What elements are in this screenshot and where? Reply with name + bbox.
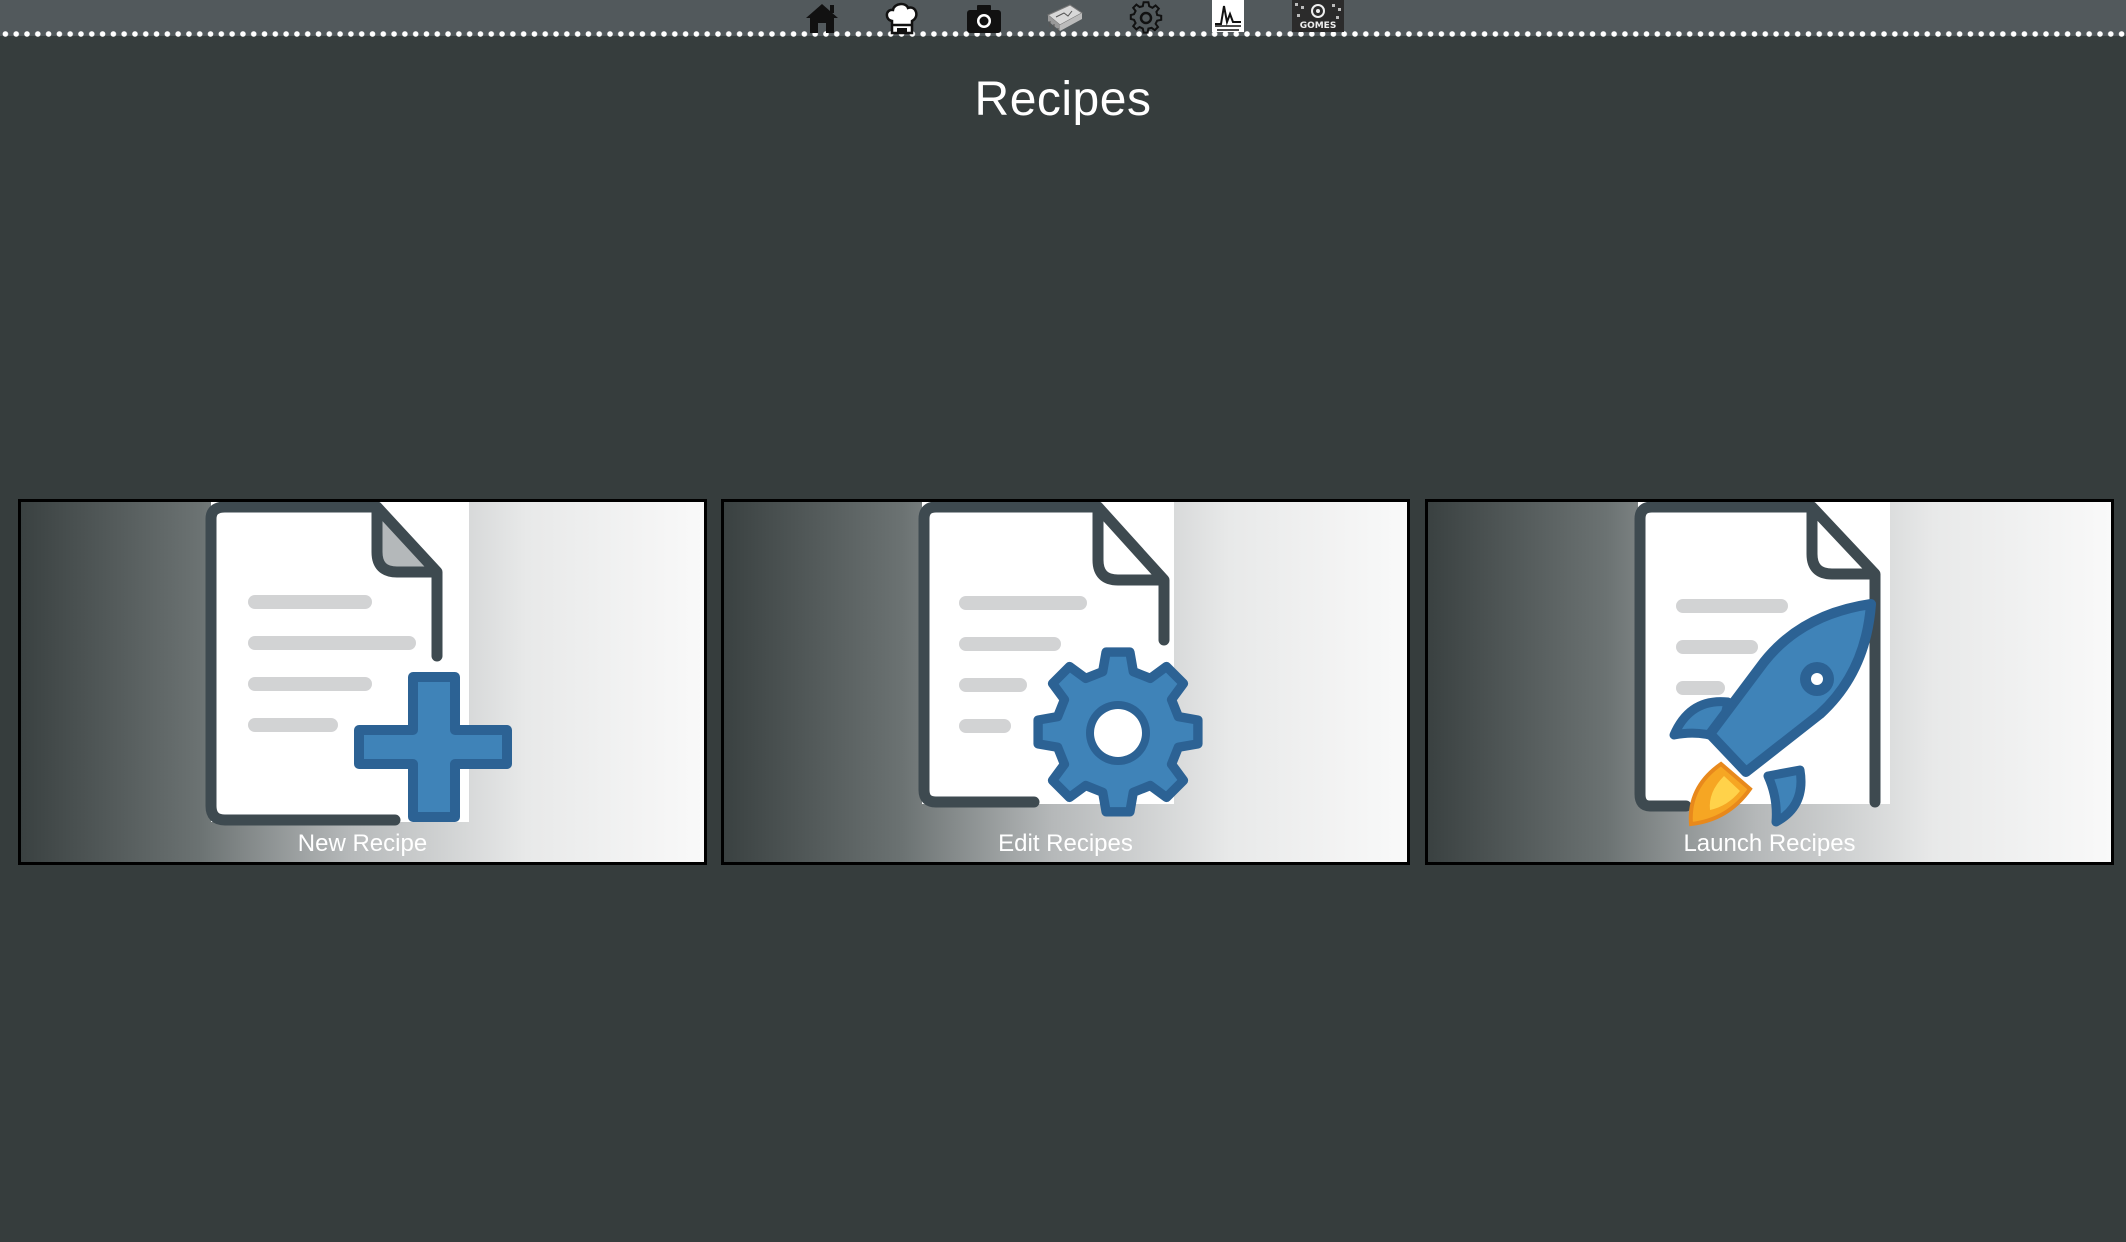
tile-label: Edit Recipes (998, 830, 1133, 857)
new-recipe-tile[interactable]: New Recipe (18, 499, 707, 865)
svg-text:GOMES: GOMES (1300, 21, 1337, 31)
gear-icon[interactable] (1124, 0, 1168, 36)
tile-label: New Recipe (297, 830, 428, 857)
camera-icon[interactable] (962, 0, 1006, 36)
chart-icon[interactable] (1206, 0, 1250, 36)
edit-recipes-tile[interactable]: Edit Recipes (721, 499, 1410, 865)
page-title: Recipes (974, 73, 1152, 126)
document-gear-icon (918, 502, 1203, 817)
gomes-logo-icon[interactable]: GOMES (1287, 0, 1349, 36)
top-nav-bar: GOMES (0, 0, 2126, 38)
tile-label: Launch Recipes (1683, 830, 1856, 857)
document-rocket-icon (1634, 502, 1890, 827)
chef-hat-icon[interactable] (880, 0, 924, 36)
home-icon[interactable] (800, 0, 844, 36)
chip-icon[interactable] (1043, 0, 1087, 36)
document-plus-icon (205, 502, 512, 826)
launch-recipes-tile[interactable]: Launch Recipes (1425, 499, 2114, 865)
